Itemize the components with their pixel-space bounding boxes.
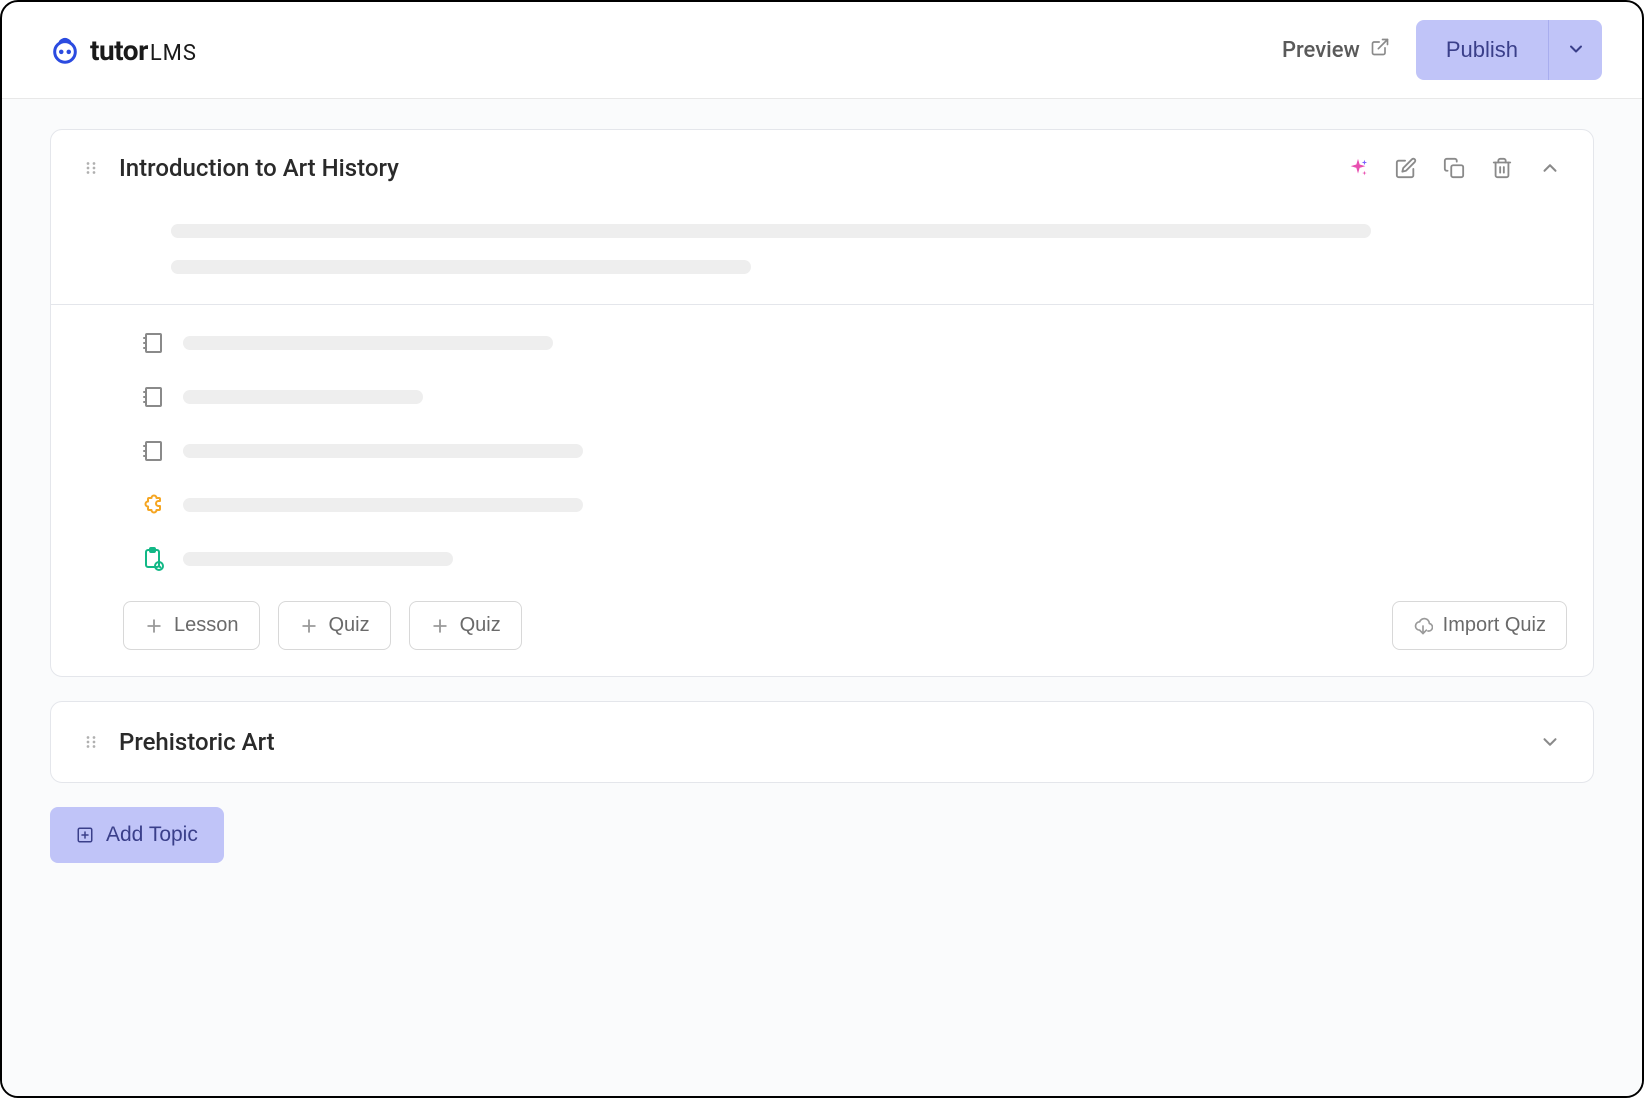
topic-title: Introduction to Art History: [119, 154, 1345, 182]
brand-logo-icon: [50, 35, 80, 65]
topic-header: Introduction to Art History: [51, 130, 1593, 206]
import-quiz-label: Import Quiz: [1443, 614, 1546, 637]
assignment-icon: [141, 547, 165, 571]
lesson-icon: [141, 385, 165, 409]
app-window: tutorLMS Preview Publish: [0, 0, 1644, 1098]
list-item[interactable]: [141, 331, 1563, 355]
add-topic-button[interactable]: Add Topic: [50, 807, 224, 863]
ai-sparkle-icon[interactable]: [1345, 155, 1371, 181]
skeleton-line: [183, 390, 423, 404]
add-quiz-button-2[interactable]: Quiz: [409, 601, 522, 650]
topic-card: Prehistoric Art: [50, 701, 1594, 783]
preview-label: Preview: [1282, 38, 1360, 63]
list-item[interactable]: [141, 439, 1563, 463]
topic-header[interactable]: Prehistoric Art: [51, 702, 1593, 782]
topic-card: Introduction to Art History: [50, 129, 1594, 677]
publish-button[interactable]: Publish: [1416, 20, 1548, 80]
add-lesson-button[interactable]: Lesson: [123, 601, 260, 650]
copy-icon[interactable]: [1441, 155, 1467, 181]
edit-icon[interactable]: [1393, 155, 1419, 181]
topic-description-placeholder: [51, 206, 1593, 304]
list-item[interactable]: [141, 547, 1563, 571]
import-quiz-button[interactable]: Import Quiz: [1392, 601, 1567, 650]
app-header: tutorLMS Preview Publish: [2, 2, 1642, 99]
chevron-down-icon[interactable]: [1537, 729, 1563, 755]
chevron-down-icon: [1566, 39, 1586, 62]
topic-actions: [1345, 155, 1563, 181]
topic-title: Prehistoric Art: [119, 728, 1537, 756]
preview-button[interactable]: Preview: [1282, 37, 1390, 63]
topic-items: [51, 304, 1593, 583]
trash-icon[interactable]: [1489, 155, 1515, 181]
lesson-icon: [141, 331, 165, 355]
brand-name: tutor: [90, 34, 148, 67]
skeleton-line: [183, 498, 583, 512]
add-quiz-label-2: Quiz: [460, 614, 501, 637]
drag-handle-icon[interactable]: [81, 732, 101, 752]
external-link-icon: [1370, 37, 1390, 63]
add-quiz-button[interactable]: Quiz: [278, 601, 391, 650]
topic-actions: [1537, 729, 1563, 755]
skeleton-line: [183, 336, 553, 350]
topic-actions-bar: Lesson Quiz Quiz Import Quiz: [51, 583, 1593, 676]
drag-handle-icon[interactable]: [81, 158, 101, 178]
header-actions: Preview Publish: [1282, 20, 1602, 80]
list-item[interactable]: [141, 385, 1563, 409]
brand: tutorLMS: [50, 34, 197, 67]
lesson-icon: [141, 439, 165, 463]
chevron-up-icon[interactable]: [1537, 155, 1563, 181]
brand-text: tutorLMS: [90, 34, 197, 67]
skeleton-line: [183, 552, 453, 566]
skeleton-line: [183, 444, 583, 458]
add-quiz-label: Quiz: [329, 614, 370, 637]
list-item[interactable]: [141, 493, 1563, 517]
add-topic-label: Add Topic: [106, 823, 198, 847]
publish-dropdown-button[interactable]: [1548, 20, 1602, 80]
content-area: Introduction to Art History: [2, 99, 1642, 1096]
publish-group: Publish: [1416, 20, 1602, 80]
skeleton-line: [171, 260, 751, 274]
skeleton-line: [171, 224, 1371, 238]
puzzle-icon: [141, 493, 165, 517]
add-lesson-label: Lesson: [174, 614, 239, 637]
brand-suffix: LMS: [150, 41, 197, 66]
